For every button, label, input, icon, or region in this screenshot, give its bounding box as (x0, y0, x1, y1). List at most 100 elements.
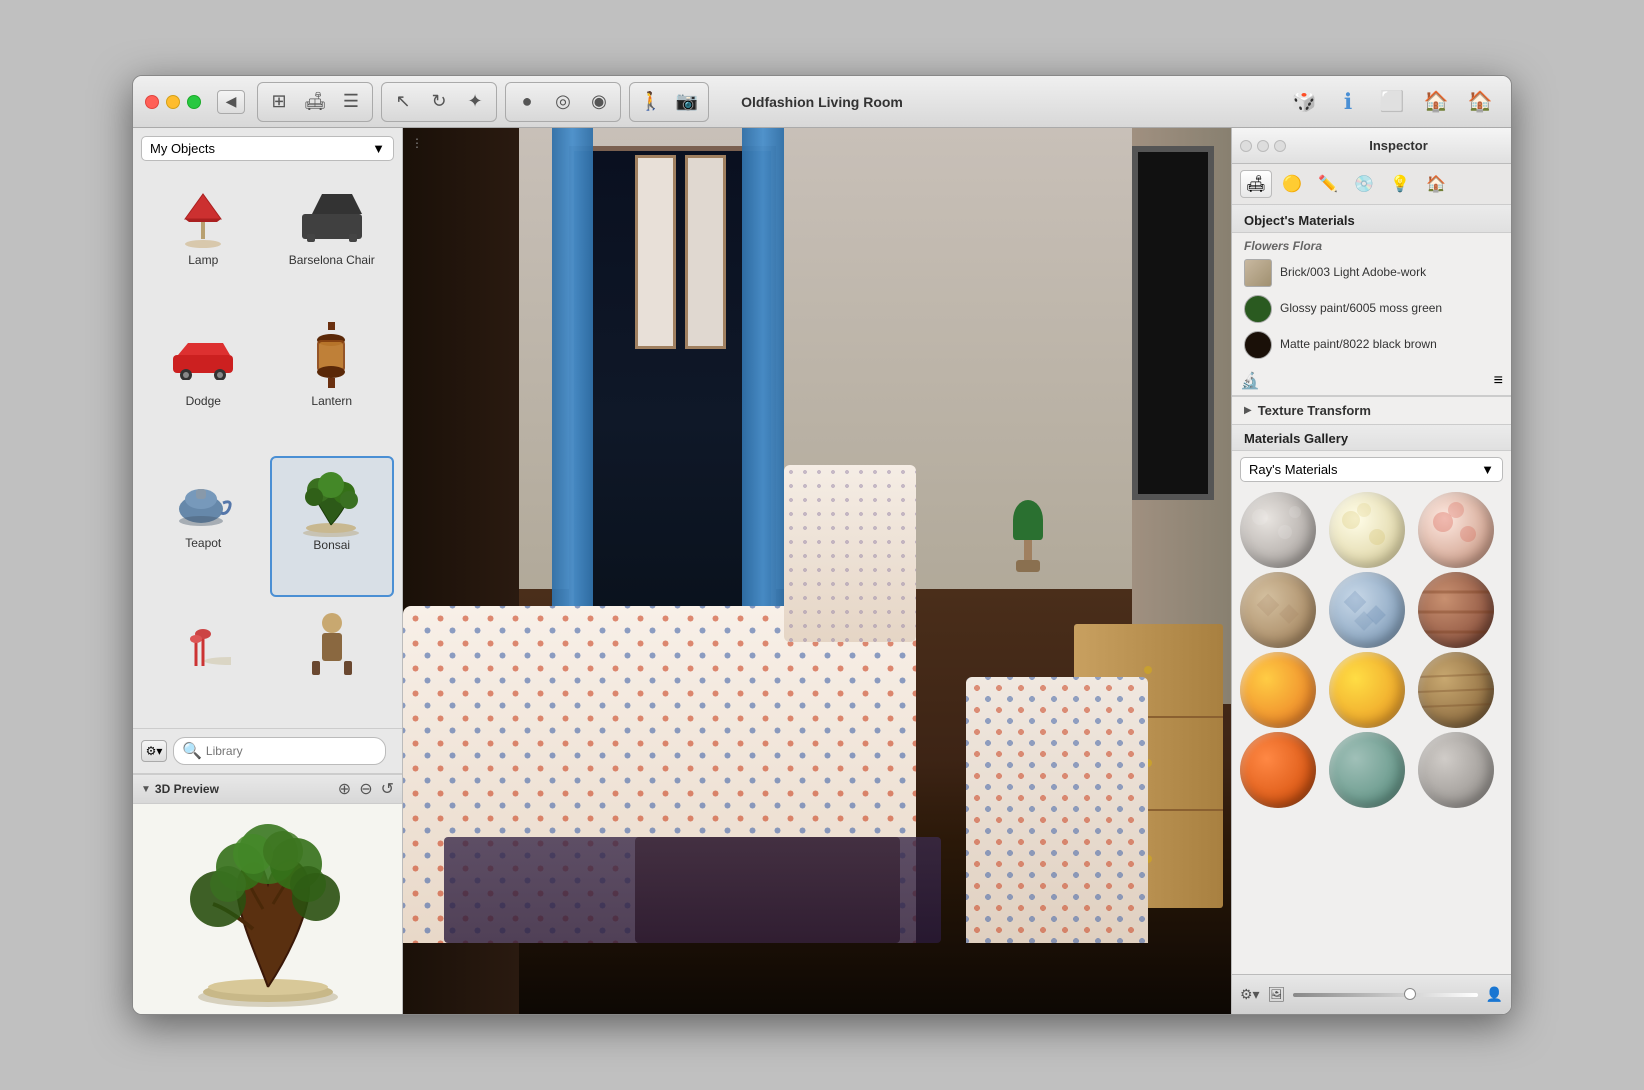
walk-btn[interactable]: 🚶 (634, 85, 668, 119)
search-input[interactable] (206, 744, 377, 758)
material-item-glossy[interactable]: Glossy paint/6005 moss green (1240, 291, 1503, 327)
gallery-ball-8[interactable] (1329, 652, 1405, 728)
inspector-title: Inspector (1294, 138, 1503, 153)
inspector-tabs: 🛋 🟡 ✏️ 💿 💡 🏠 (1232, 164, 1511, 205)
close-button[interactable] (145, 95, 159, 109)
brick-label: Brick/003 Light Adobe-work (1280, 265, 1426, 281)
layout-btn[interactable]: 🏠 (1417, 85, 1455, 119)
refresh-btn[interactable]: ↺ (381, 779, 394, 799)
material-item-brick[interactable]: Brick/003 Light Adobe-work (1240, 255, 1503, 291)
object-item-lamp[interactable]: Lamp (141, 173, 266, 310)
person-btn[interactable]: 👤 (1486, 986, 1503, 1003)
texture-transform-label: Texture Transform (1258, 403, 1371, 418)
gallery-ball-4[interactable] (1240, 572, 1316, 648)
minimize-button[interactable] (166, 95, 180, 109)
left-panel: My Objects ▼ Lamp (133, 128, 403, 1014)
inspector-traffic-lights (1240, 140, 1286, 152)
gear-button[interactable]: ⚙▾ (141, 740, 167, 762)
slider-thumb[interactable] (1404, 988, 1416, 1000)
back-button[interactable]: ◀ (217, 90, 245, 114)
gallery-ball-9[interactable] (1418, 652, 1494, 728)
gallery-ball-11[interactable] (1329, 732, 1405, 808)
gallery-ball-1[interactable] (1240, 492, 1316, 568)
rug (444, 837, 941, 943)
library-btn[interactable]: ⊞ (262, 85, 296, 119)
texture-expand-icon: ▶ (1244, 405, 1252, 416)
view-tools: 🚶 📷 (629, 82, 709, 122)
obj8-thumb (292, 609, 372, 679)
render-btn1[interactable]: ● (510, 85, 544, 119)
inspector-title-bar: Inspector (1232, 128, 1511, 164)
settings-btn[interactable]: ⚙▾ (1240, 986, 1260, 1003)
gallery-header: Materials Gallery (1232, 425, 1511, 451)
gallery-ball-3[interactable] (1418, 492, 1494, 568)
teapot-thumb (163, 464, 243, 534)
sofa-btn[interactable]: 🛋 (298, 85, 332, 119)
title-bar: ◀ ⊞ 🛋 ☰ ↖ ↻ ✦ ● ◎ ◉ 🚶 📷 Oldfashion Livin… (133, 76, 1511, 128)
inspector-max[interactable] (1274, 140, 1286, 152)
tab-lighting[interactable]: 💡 (1384, 170, 1416, 198)
info-btn[interactable]: ℹ (1329, 85, 1367, 119)
obj7-thumb (163, 609, 243, 679)
search-bar[interactable]: 🔍 (173, 737, 386, 765)
tab-objects[interactable]: 🛋 (1240, 170, 1272, 198)
opacity-slider[interactable] (1293, 993, 1477, 997)
object-item-bonsai[interactable]: Bonsai (270, 456, 395, 597)
lamp-label: Lamp (188, 253, 218, 267)
objects-materials-header: Object's Materials (1232, 205, 1511, 233)
move-tool[interactable]: ✦ (458, 85, 492, 119)
lantern-label: Lantern (311, 394, 352, 408)
gallery-dropdown[interactable]: Ray's Materials ▼ (1240, 457, 1503, 482)
list-btn[interactable]: ☰ (334, 85, 368, 119)
tab-materials[interactable]: 🟡 (1276, 170, 1308, 198)
rotate-tool[interactable]: ↻ (422, 85, 456, 119)
gallery-ball-7[interactable] (1240, 652, 1316, 728)
fullscreen-btn[interactable]: ⬜ (1373, 85, 1411, 119)
barselona-thumb (292, 181, 372, 251)
gallery-dropdown-arrow: ▼ (1481, 462, 1494, 477)
object-item-lantern[interactable]: Lantern (270, 314, 395, 451)
lantern-thumb (292, 322, 372, 392)
texture-transform-header[interactable]: ▶ Texture Transform (1244, 403, 1499, 418)
zoom-in-btn[interactable]: ⊕ (338, 779, 351, 799)
object-item-8[interactable] (270, 601, 395, 724)
eyedropper-icon[interactable]: 🔬 (1240, 371, 1260, 391)
render-tools: ● ◎ ◉ (505, 82, 621, 122)
material-item-matte[interactable]: Matte paint/8022 black brown (1240, 327, 1503, 363)
render-btn3[interactable]: ◉ (582, 85, 616, 119)
select-tool[interactable]: ↖ (386, 85, 420, 119)
camera-btn[interactable]: 📷 (670, 85, 704, 119)
left-panel-bottom-controls: ⚙▾ 🔍 (133, 728, 402, 773)
tab-edit[interactable]: ✏️ (1312, 170, 1344, 198)
gallery-ball-10[interactable] (1240, 732, 1316, 808)
render-btn2[interactable]: ◎ (546, 85, 580, 119)
object-item-teapot[interactable]: Teapot (141, 456, 266, 597)
bonsai-thumb (292, 466, 372, 536)
gallery-grid (1232, 488, 1511, 812)
tab-scene[interactable]: 🏠 (1420, 170, 1452, 198)
gallery-ball-6[interactable] (1418, 572, 1494, 648)
image-btn[interactable]: 🖼 (1268, 986, 1286, 1003)
maximize-button[interactable] (187, 95, 201, 109)
resize-handle: ⋮ (411, 136, 423, 150)
transform-tools: ↖ ↻ ✦ (381, 82, 497, 122)
home-btn[interactable]: 🏠 (1461, 85, 1499, 119)
object-item-barselona[interactable]: Barselona Chair (270, 173, 395, 310)
object-item-dodge[interactable]: Dodge (141, 314, 266, 451)
materials-btn[interactable]: 🎲 (1285, 85, 1323, 119)
dropdown-arrow-icon: ▼ (372, 141, 385, 156)
object-item-7[interactable] (141, 601, 266, 724)
gallery-ball-2[interactable] (1329, 492, 1405, 568)
preview-header[interactable]: ▼ 3D Preview ⊕ ⊖ ↺ (133, 774, 402, 804)
inspector-close[interactable] (1240, 140, 1252, 152)
tab-texture[interactable]: 💿 (1348, 170, 1380, 198)
inspector-min[interactable] (1257, 140, 1269, 152)
gallery-ball-5[interactable] (1329, 572, 1405, 648)
inspector-panel: Inspector 🛋 🟡 ✏️ 💿 💡 🏠 Object's Material… (1231, 128, 1511, 1014)
teapot-label: Teapot (185, 536, 221, 550)
gallery-ball-12[interactable] (1418, 732, 1494, 808)
objects-dropdown[interactable]: My Objects ▼ (141, 136, 394, 161)
menu-icon[interactable]: ≡ (1494, 372, 1503, 390)
zoom-out-btn[interactable]: ⊖ (359, 779, 372, 799)
app-window: ◀ ⊞ 🛋 ☰ ↖ ↻ ✦ ● ◎ ◉ 🚶 📷 Oldfashion Livin… (132, 75, 1512, 1015)
